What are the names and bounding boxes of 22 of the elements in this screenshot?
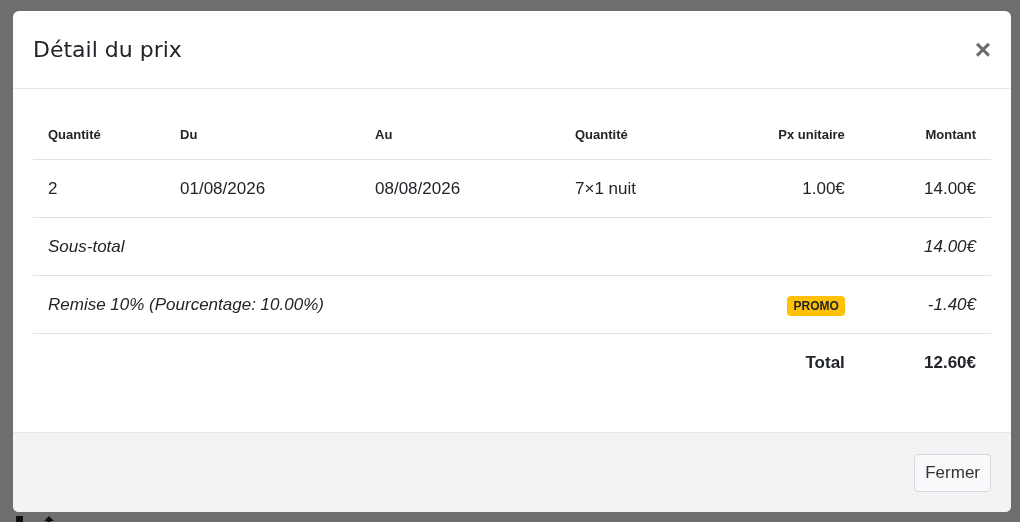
table-cell: 14.00€: [859, 159, 991, 218]
table-cell: 1.00€: [705, 159, 860, 218]
table-cell: 01/08/2026: [165, 159, 360, 218]
column-header: Au: [360, 109, 560, 160]
discount-label: Remise 10% (Pourcentage: 10.00%): [33, 275, 706, 334]
table-cell: 7×1 nuit: [560, 159, 706, 218]
table-cell: 2: [33, 159, 165, 218]
subtotal-amount: 14.00€: [859, 217, 991, 276]
table-cell: 08/08/2026: [360, 159, 560, 218]
column-header: Montant: [859, 109, 991, 160]
total-label: Total: [705, 333, 860, 391]
close-button[interactable]: ×: [974, 35, 991, 64]
column-header: Quantité: [560, 109, 706, 160]
column-header: Quantité: [33, 109, 165, 160]
total-amount: 12.60€: [859, 333, 991, 391]
column-header: Px unitaire: [705, 109, 860, 160]
discount-amount: -1.40€: [859, 275, 991, 334]
promo-badge: PROMO: [787, 295, 845, 316]
dialog-title: Détail du prix: [33, 37, 182, 62]
column-header: Du: [165, 109, 360, 160]
subtotal-label: Sous-total: [33, 217, 860, 276]
close-dialog-button[interactable]: Fermer: [914, 453, 991, 492]
